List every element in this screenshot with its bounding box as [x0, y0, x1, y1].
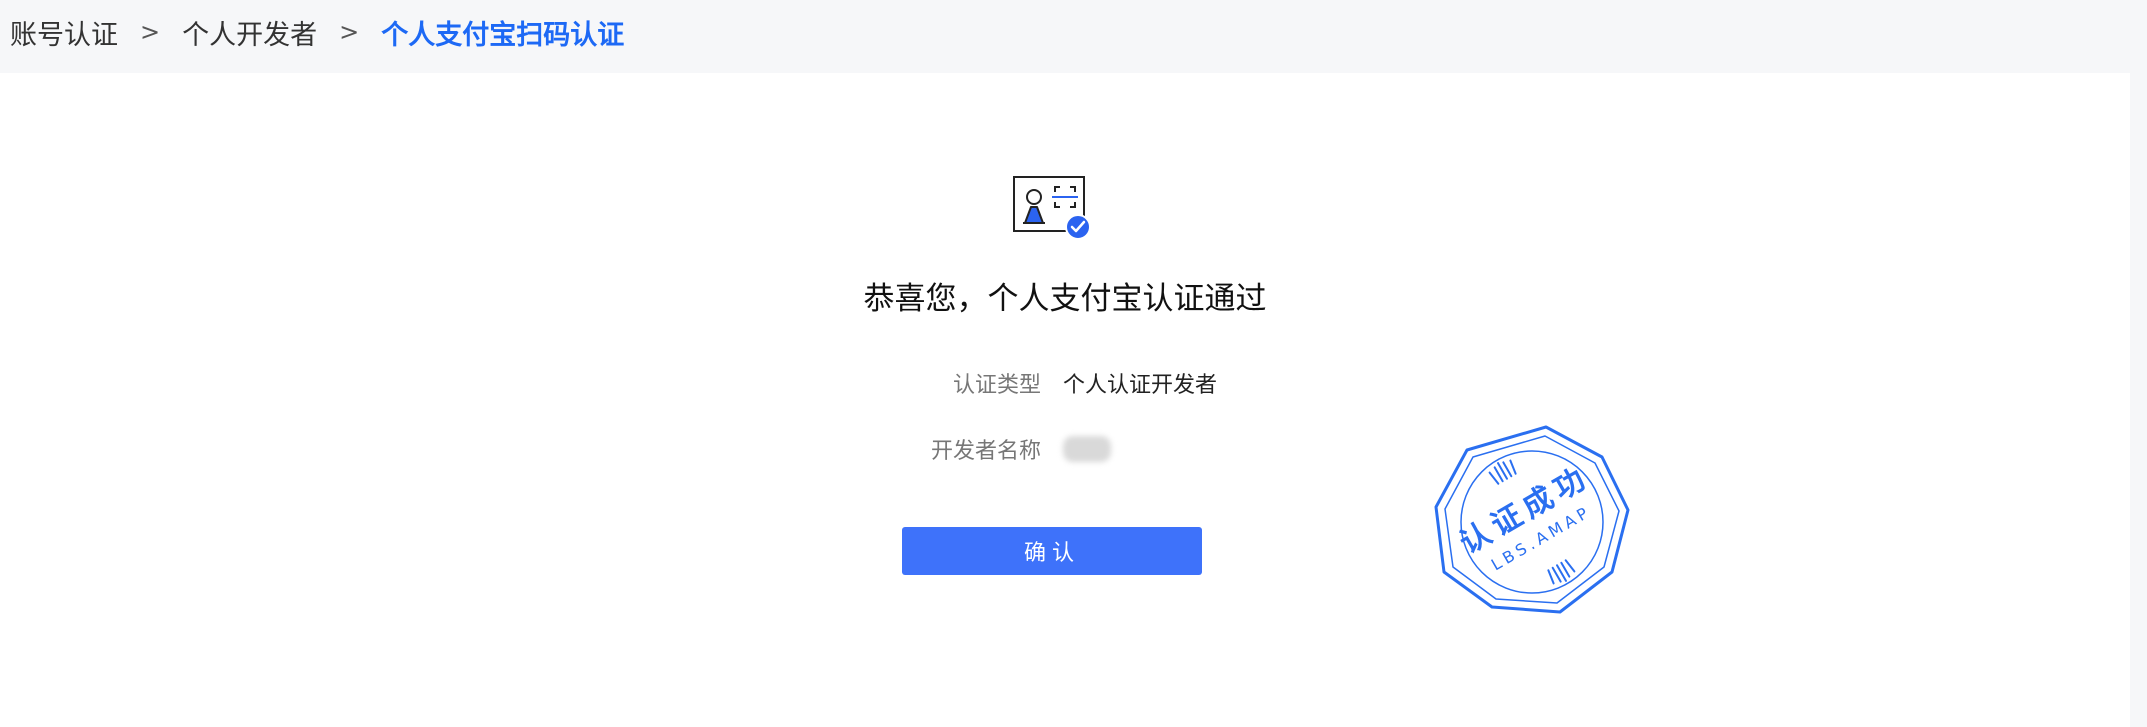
verification-type-label: 认证类型 [952, 373, 1041, 398]
breadcrumb: 账号认证 > 个人开发者 > 个人支付宝扫码认证 [10, 12, 624, 52]
developer-name-row: 开发者名称 [0, 432, 1111, 466]
verification-type-row: 认证类型 个人认证开发者 [0, 366, 1217, 400]
developer-name-label: 开发者名称 [930, 439, 1041, 464]
breadcrumb-item-individual-developer[interactable]: 个人开发者 [182, 13, 317, 52]
developer-name-redacted [1063, 436, 1111, 462]
breadcrumb-current: 个人支付宝扫码认证 [381, 19, 625, 51]
top-bar: 账号认证 > 个人开发者 > 个人支付宝扫码认证 [0, 0, 2147, 73]
verification-type-value: 个人认证开发者 [1063, 373, 1218, 398]
breadcrumb-separator: > [339, 18, 360, 46]
breadcrumb-item-account-verification[interactable]: 账号认证 [10, 13, 118, 52]
result-panel [0, 73, 2130, 727]
verified-stamp-icon: 认证成功 LBS.AMAP [1422, 412, 1642, 632]
breadcrumb-separator: > [140, 18, 161, 46]
confirm-button[interactable]: 确认 [902, 527, 1202, 575]
success-title: 恭喜您，个人支付宝认证通过 [863, 281, 1267, 317]
id-card-verified-icon [1012, 175, 1092, 243]
